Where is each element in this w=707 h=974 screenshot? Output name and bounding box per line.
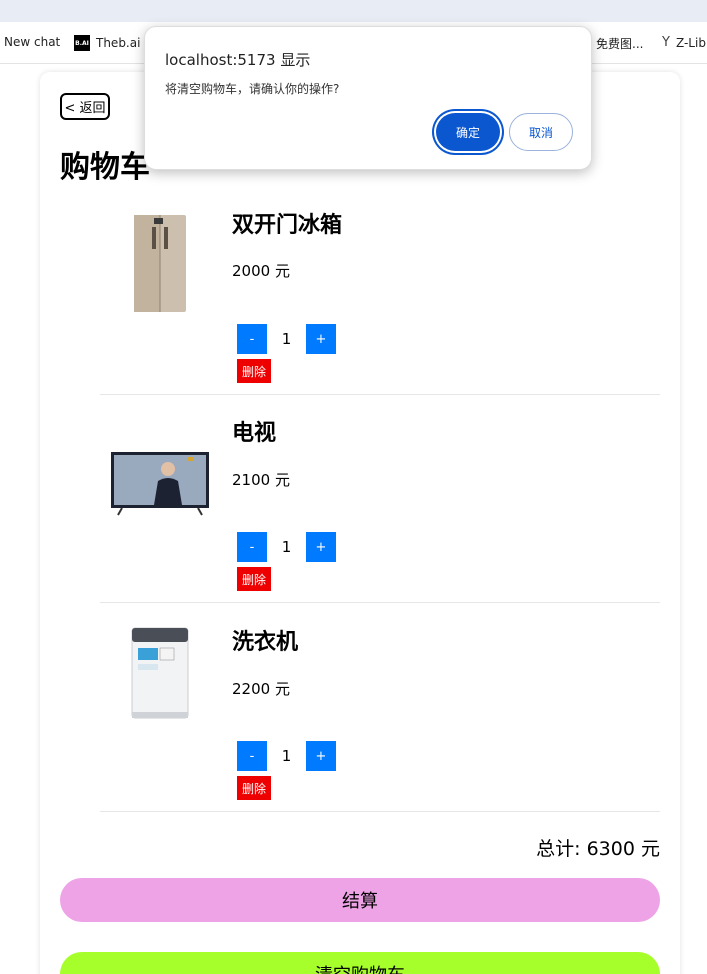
cart-item: 电视 2100 元 - 1 + 删除 xyxy=(100,395,660,603)
bookmark-zlib[interactable]: Y Z-Lib xyxy=(662,35,706,50)
page-title: 购物车 xyxy=(60,150,150,185)
dialog-title: localhost:5173 显示 xyxy=(165,51,311,69)
tv-image xyxy=(110,434,210,534)
delete-button[interactable]: 删除 xyxy=(237,567,271,591)
quantity-value: 1 xyxy=(281,330,292,348)
quantity-stepper: - 1 + xyxy=(237,741,336,771)
checkout-button[interactable]: 结算 xyxy=(60,878,660,922)
back-button[interactable]: < 返回 xyxy=(60,93,110,120)
bookmark-label: Z-Lib xyxy=(675,35,706,50)
decrease-button[interactable]: - xyxy=(237,532,267,562)
cancel-button[interactable]: 取消 xyxy=(509,113,573,151)
bookmark-label: Theb.ai xyxy=(96,36,141,50)
item-price: 2000 元 xyxy=(232,262,290,280)
item-price: 2200 元 xyxy=(232,680,290,698)
delete-button[interactable]: 删除 xyxy=(237,359,271,383)
dialog-message: 将清空购物车，请确认你的操作? xyxy=(165,82,340,96)
confirm-button[interactable]: 确定 xyxy=(436,113,500,151)
increase-button[interactable]: + xyxy=(306,741,336,771)
quantity-stepper: - 1 + xyxy=(237,324,336,354)
cart-total: 总计: 6300 元 xyxy=(536,838,660,860)
bookmark-new-chat[interactable]: New chat xyxy=(4,35,60,49)
quantity-value: 1 xyxy=(281,747,292,765)
cart-page: < 返回 购物车 双开门冰箱 2000 元 - 1 + 删除 电视 2100 元… xyxy=(40,72,680,974)
item-name: 电视 xyxy=(232,421,277,446)
increase-button[interactable]: + xyxy=(306,532,336,562)
increase-button[interactable]: + xyxy=(306,324,336,354)
clear-cart-button[interactable]: 清空购物车 xyxy=(60,952,660,974)
bookmark-thebai[interactable]: B.AI Theb.ai xyxy=(74,35,140,51)
fridge-image xyxy=(110,215,210,315)
item-price: 2100 元 xyxy=(232,471,290,489)
quantity-stepper: - 1 + xyxy=(237,532,336,562)
washing-machine-image xyxy=(110,624,210,724)
bookmark-free-images[interactable]: 免费图... xyxy=(596,35,643,52)
thebai-logo-icon: B.AI xyxy=(74,35,90,51)
quantity-value: 1 xyxy=(281,538,292,556)
bookmark-label: New chat xyxy=(4,35,61,49)
z-library-logo-icon: Y xyxy=(662,35,670,50)
confirm-dialog: localhost:5173 显示 将清空购物车，请确认你的操作? 确定 取消 xyxy=(144,26,592,170)
item-name: 双开门冰箱 xyxy=(232,213,343,238)
decrease-button[interactable]: - xyxy=(237,741,267,771)
delete-button[interactable]: 删除 xyxy=(237,776,271,800)
browser-tab-strip xyxy=(0,0,707,22)
bookmark-label: 免费图... xyxy=(596,37,644,51)
cart-item: 双开门冰箱 2000 元 - 1 + 删除 xyxy=(100,187,660,395)
decrease-button[interactable]: - xyxy=(237,324,267,354)
item-name: 洗衣机 xyxy=(232,630,299,655)
cart-item: 洗衣机 2200 元 - 1 + 删除 xyxy=(100,604,660,812)
